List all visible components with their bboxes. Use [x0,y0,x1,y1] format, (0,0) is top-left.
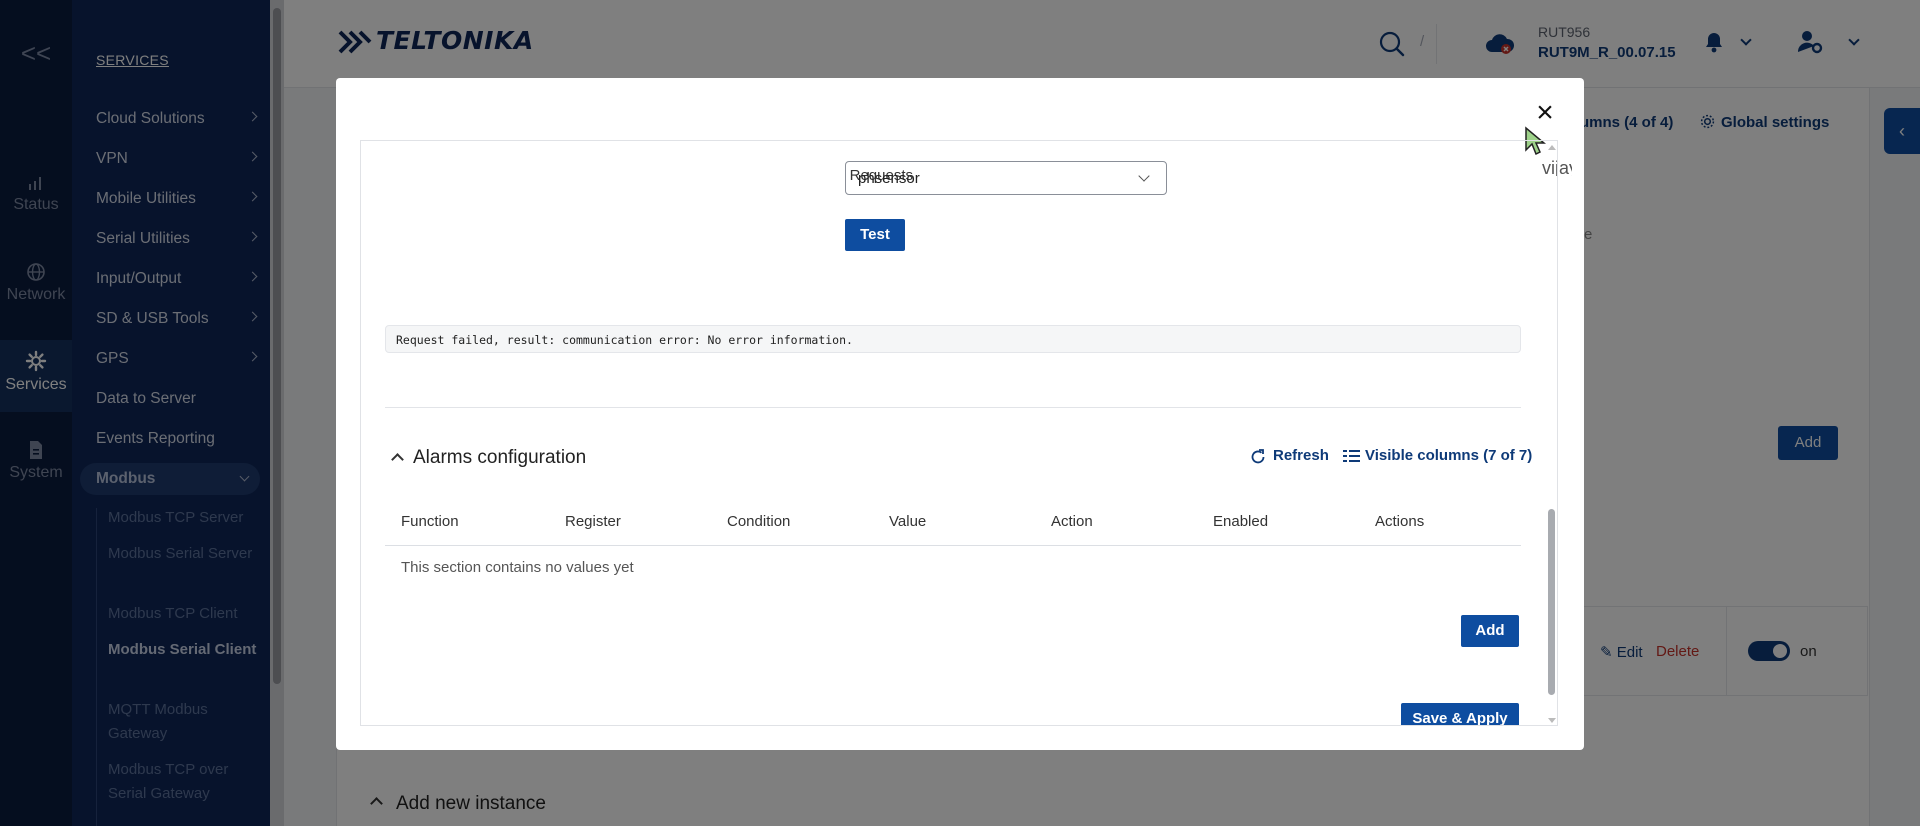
section-divider [385,407,1521,408]
column-header-register: Register [565,513,621,530]
columns-icon [1343,450,1360,462]
scroll-down-icon[interactable] [1548,718,1556,723]
column-header-action: Action [1051,513,1093,530]
test-result-output: Request failed, result: communication er… [385,325,1521,353]
alarms-configuration-title[interactable]: Alarms configuration [413,447,586,469]
request-test-modal: × vijay Requests phsensor Test Request f… [336,78,1584,750]
modal-scroll-thumb[interactable] [1548,509,1555,695]
modal-content-pane: Requests phsensor Test Request failed, r… [360,140,1558,726]
column-header-actions: Actions [1375,513,1425,530]
modal-scrollbar[interactable] [1547,141,1557,725]
add-alarm-button[interactable]: Add [1461,615,1519,647]
visible-columns-label: Visible columns (7 of 7) [1365,447,1533,464]
scroll-up-icon[interactable] [1548,145,1556,150]
test-button[interactable]: Test [845,219,905,251]
refresh-label: Refresh [1273,447,1329,464]
column-header-enabled: Enabled [1213,513,1269,530]
chevron-down-icon [1138,170,1150,182]
refresh-button[interactable]: Refresh [1249,447,1329,464]
empty-table-message: This section contains no values yet [401,559,634,576]
visible-columns-button[interactable]: Visible columns (7 of 7) [1343,447,1532,464]
requests-select[interactable]: phsensor [845,161,1167,195]
save-apply-button[interactable]: Save & Apply [1401,703,1519,725]
requests-select-value: phsensor [858,170,920,187]
column-header-value: Value [889,513,927,530]
table-header-line [385,545,1521,546]
refresh-icon [1251,449,1265,464]
chevron-up-icon[interactable] [391,453,404,466]
close-icon[interactable]: × [1530,98,1560,128]
column-header-function: Function [401,513,459,530]
column-header-condition: Condition [727,513,791,530]
